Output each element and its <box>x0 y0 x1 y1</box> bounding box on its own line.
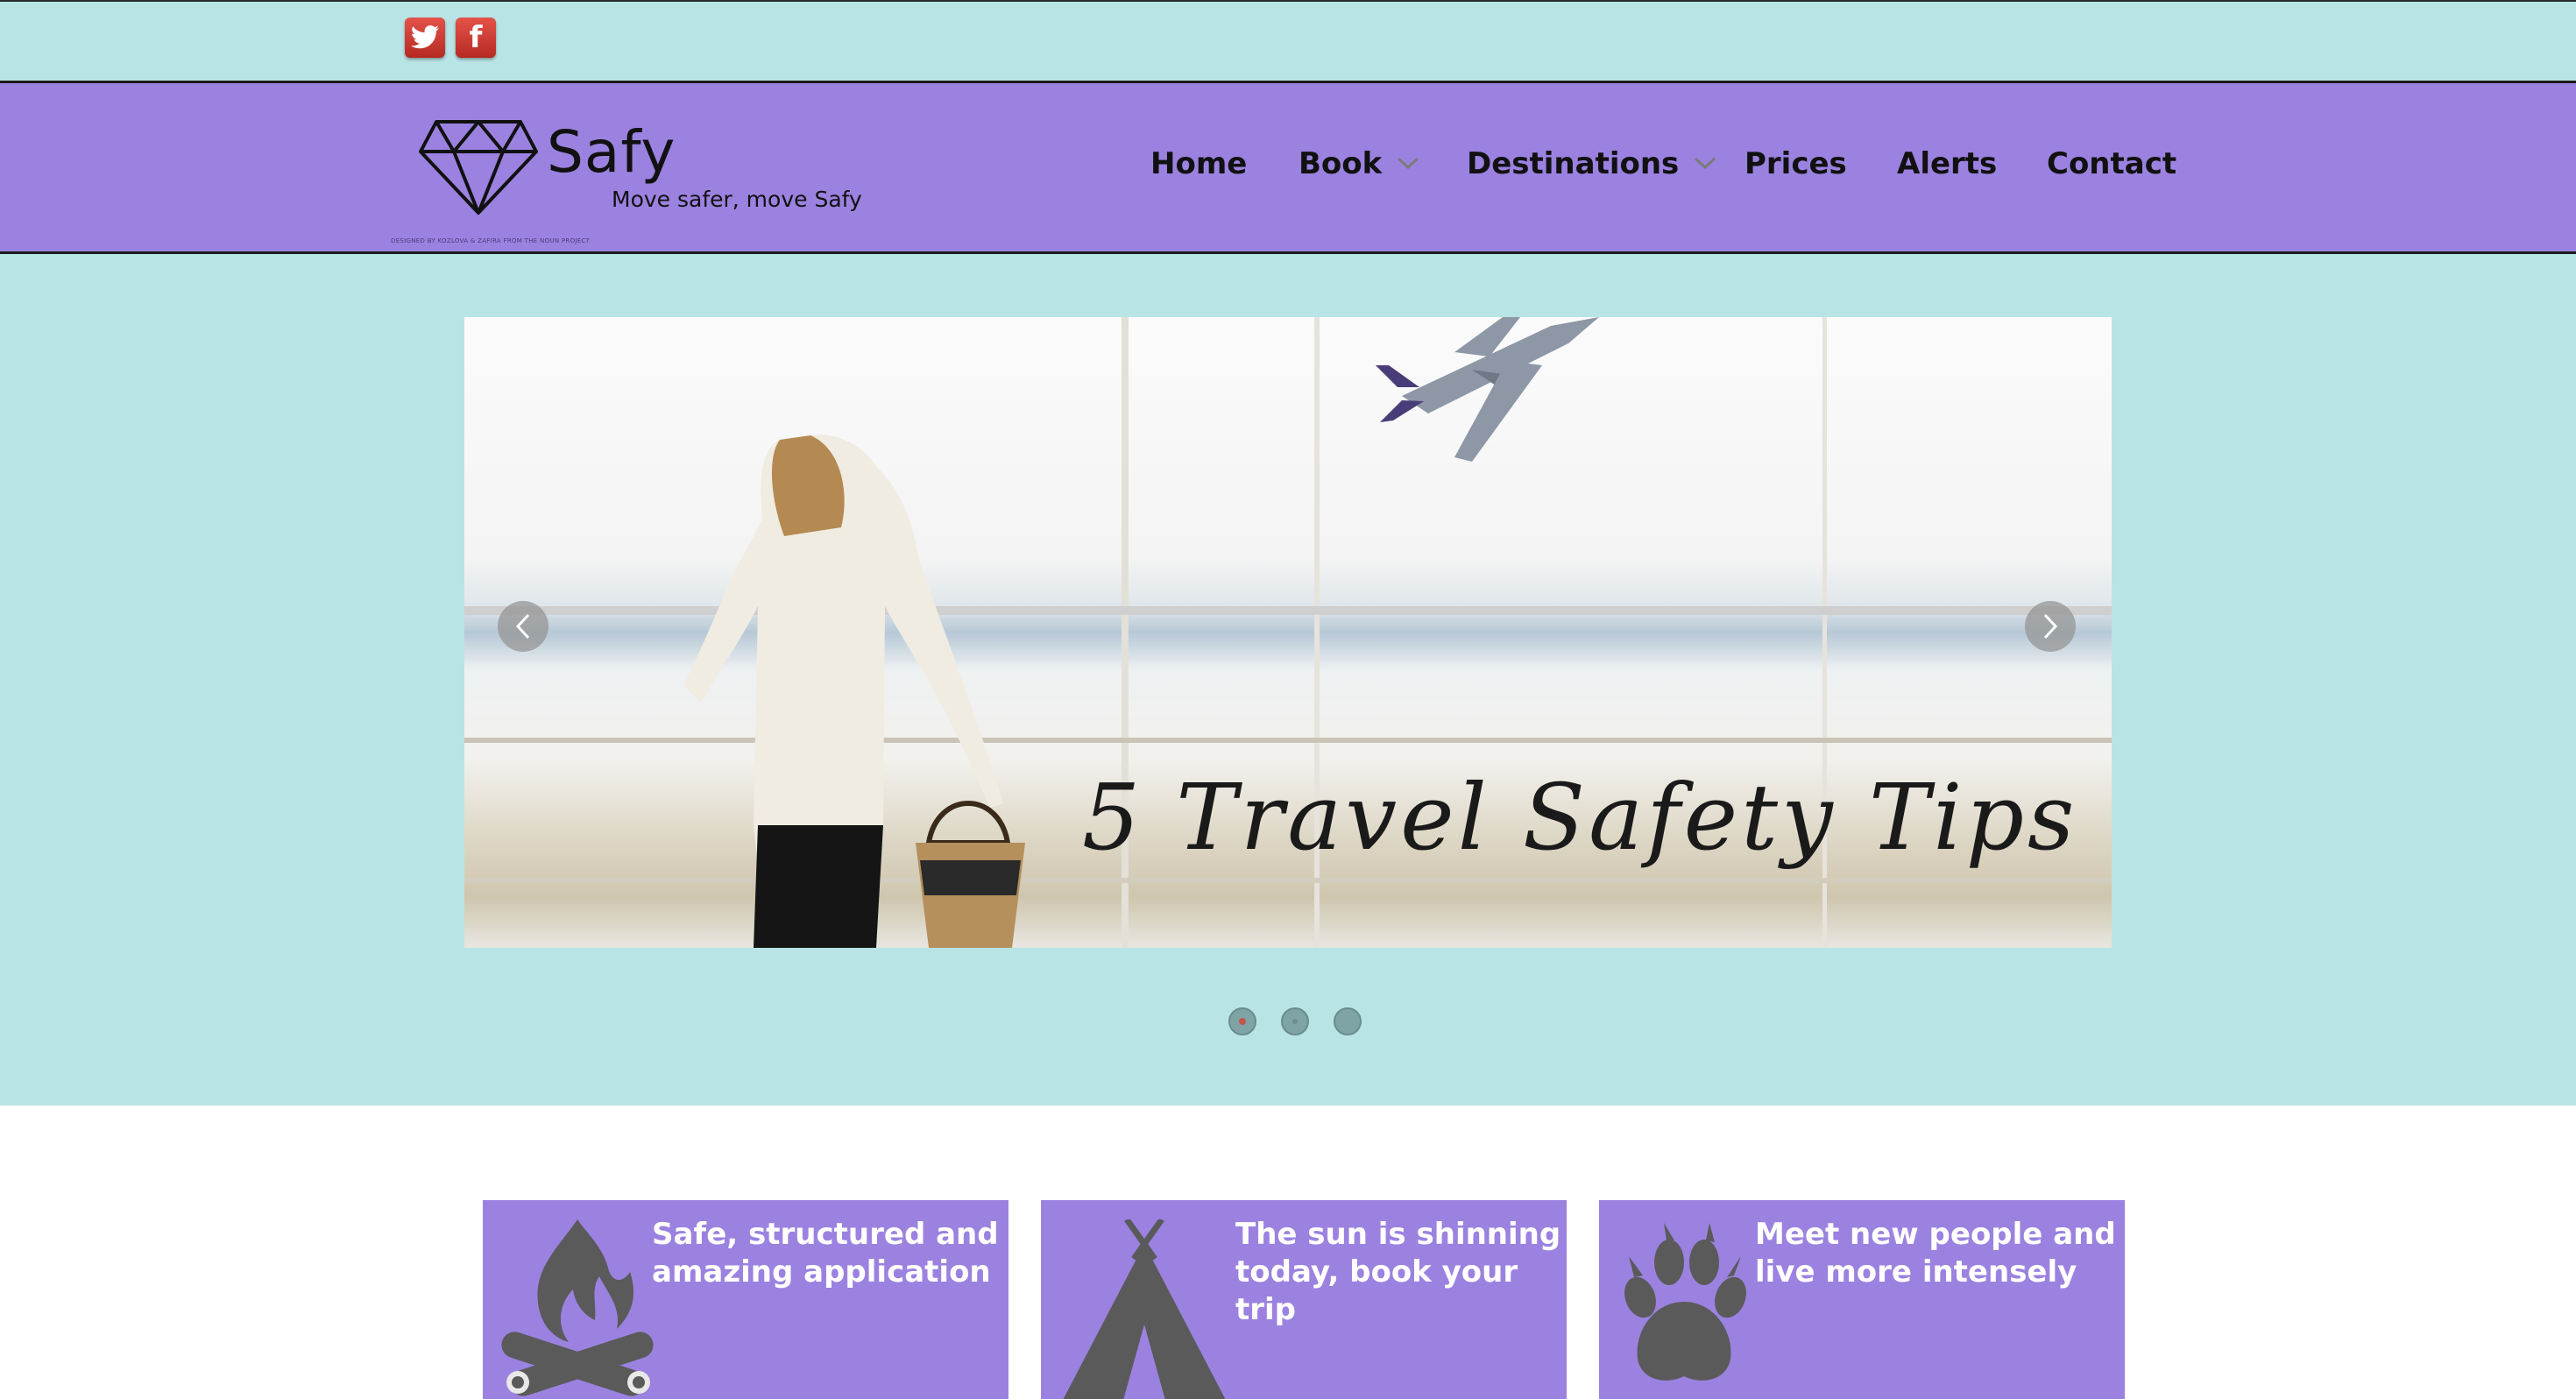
feature-text: Safe, structured and amazing application <box>652 1216 999 1291</box>
slider-dot-1[interactable] <box>1228 1007 1256 1035</box>
chevron-down-icon <box>1695 157 1716 169</box>
nav-destinations[interactable]: Destinations <box>1467 146 1717 181</box>
nav-contact-label: Contact <box>2047 146 2177 181</box>
brand-name[interactable]: Safy <box>547 118 676 186</box>
social-bar: f <box>0 0 2576 81</box>
nav-destinations-label: Destinations <box>1467 146 1680 181</box>
slide-caption: 5 Travel Safety Tips <box>1082 764 2078 871</box>
nav-home[interactable]: Home <box>1150 146 1247 181</box>
slider-dot-3[interactable] <box>1334 1007 1362 1035</box>
nav-book-label: Book <box>1299 146 1383 181</box>
feature-tile-meet[interactable]: Meet new people and live more intensely <box>1599 1200 2125 1399</box>
nav-contact[interactable]: Contact <box>2047 146 2176 181</box>
feature-text: Meet new people and live more intensely <box>1755 1216 2116 1291</box>
nav-book[interactable]: Book <box>1299 146 1420 181</box>
slider-dot-2[interactable] <box>1281 1007 1309 1035</box>
twitter-icon[interactable] <box>405 18 445 58</box>
tent-icon <box>1063 1219 1226 1399</box>
facebook-glyph: f <box>469 20 483 55</box>
feature-line-1: Meet new people and <box>1755 1217 2116 1252</box>
feature-text: The sun is shinning today, book your tri… <box>1235 1216 1567 1329</box>
nav-alerts-label: Alerts <box>1897 146 1998 181</box>
nav-home-label: Home <box>1150 146 1248 181</box>
diamond-icon[interactable] <box>417 118 540 216</box>
feature-line-2: amazing application <box>652 1254 991 1289</box>
chevron-right-icon <box>2043 613 2058 639</box>
feature-tile-sun[interactable]: The sun is shinning today, book your tri… <box>1041 1200 1567 1399</box>
hero-slider: 5 Travel Safety Tips <box>0 254 2576 1106</box>
nav-alerts[interactable]: Alerts <box>1897 146 1997 181</box>
slider-next-button[interactable] <box>2025 601 2076 652</box>
nav-prices-label: Prices <box>1744 146 1847 181</box>
facebook-icon[interactable]: f <box>456 18 496 58</box>
feature-line-1: The sun is shinning <box>1235 1217 1561 1252</box>
feature-line-2: today, book your trip <box>1235 1254 1518 1327</box>
feature-tile-safe[interactable]: Safe, structured and amazing application <box>483 1200 1008 1399</box>
slide-image: 5 Travel Safety Tips <box>464 317 2112 948</box>
brand-tagline: Move safer, move Safy <box>612 187 862 212</box>
slider-prev-button[interactable] <box>498 601 548 652</box>
campfire-icon <box>501 1219 654 1396</box>
feature-line-2: live more intensely <box>1755 1254 2077 1289</box>
site-header: Safy Move safer, move Safy DESIGNED BY K… <box>0 81 2576 254</box>
chevron-down-icon <box>1398 157 1419 169</box>
nav-prices[interactable]: Prices <box>1744 146 1847 181</box>
chevron-left-icon <box>515 613 530 639</box>
logo-credit: DESIGNED BY KOZLOVA & ZAFIRA FROM THE NO… <box>391 237 591 244</box>
paw-icon <box>1624 1223 1746 1381</box>
feature-line-1: Safe, structured and <box>652 1217 999 1252</box>
